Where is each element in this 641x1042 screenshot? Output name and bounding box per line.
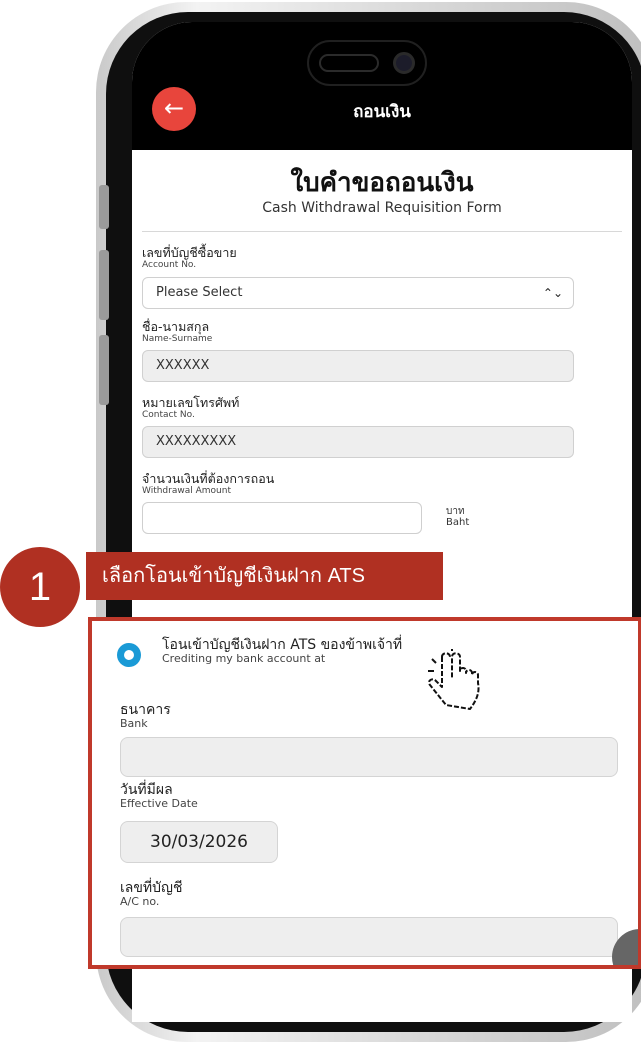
amount-unit: บาท Baht [446,506,469,528]
form-subtitle: Cash Withdrawal Requisition Form [262,200,502,216]
bank-field [120,737,618,777]
account-number-label: เลขที่บัญชี A/C no. [120,880,183,909]
step-number-badge: 1 [0,547,80,627]
phone-side-button [99,185,109,229]
app-header: ← ถอนเงิน [132,22,632,150]
contact-label-th: หมายเลขโทรศัพท์ [142,395,240,410]
amount-label-th: จำนวนเงินที่ต้องการถอน [142,471,275,486]
select-arrows-icon: ⌃⌄ [542,286,563,300]
ats-radio-label[interactable]: โอนเข้าบัญชีเงินฝาก ATS ของข้าพเจ้าที่ C… [162,637,402,666]
name-label: ชื่อ-นามสกุล Name-Surname [142,319,213,345]
bank-label-en: Bank [120,717,148,731]
account-number-field [120,917,618,957]
amount-input[interactable] [142,502,422,534]
effective-date-label: วันที่มีผล Effective Date [120,782,198,811]
camera-icon [393,52,415,74]
phone-volume-up [99,250,109,320]
ats-radio-label-en: Crediting my bank account at [162,652,326,666]
contact-label-en: Contact No. [142,410,195,421]
phone-volume-down [99,335,109,405]
contact-value: XXXXXXXXX [156,434,237,449]
ats-radio-label-th: โอนเข้าบัญชีเงินฝาก ATS ของข้าพเจ้าที่ [162,637,403,653]
dynamic-island [307,40,427,86]
effective-date-field: 30/03/2026 [120,821,278,863]
account-label: เลขที่บัญชีซื้อขาย Account No. [142,245,237,271]
effective-date-label-en: Effective Date [120,797,198,811]
bank-label: ธนาคาร Bank [120,702,171,731]
contact-field: XXXXXXXXX [142,426,574,458]
account-label-en: Account No. [142,260,197,271]
name-value: XXXXXX [156,358,210,373]
bank-label-th: ธนาคาร [120,702,171,718]
sensor-pill [319,54,379,72]
header-title: ถอนเงิน [353,102,411,122]
account-number-label-en: A/C no. [120,895,160,909]
zoom-panel: โอนเข้าบัญชีเงินฝาก ATS ของข้าพเจ้าที่ C… [88,617,641,969]
name-label-th: ชื่อ-นามสกุล [142,319,210,334]
amount-label-en: Withdrawal Amount [142,486,231,497]
form-title: ใบคำขอถอนเงิน [290,168,474,198]
account-select-value: Please Select [156,285,243,300]
account-label-th: เลขที่บัญชีซื้อขาย [142,245,237,260]
account-number-label-th: เลขที่บัญชี [120,880,183,896]
amount-label: จำนวนเงินที่ต้องการถอน Withdrawal Amount [142,471,275,497]
divider [142,231,622,232]
effective-date-label-th: วันที่มีผล [120,782,173,798]
pointer-hand-icon [428,649,480,710]
amount-unit-th: บาท [446,506,465,517]
contact-label: หมายเลขโทรศัพท์ Contact No. [142,395,240,421]
name-field: XXXXXX [142,350,574,382]
step-instruction-banner: เลือกโอนเข้าบัญชีเงินฝาก ATS [86,552,443,600]
ats-radio-button[interactable] [117,643,141,667]
name-label-en: Name-Surname [142,334,213,345]
amount-unit-en: Baht [446,517,470,528]
account-select[interactable]: Please Select ⌃⌄ [142,277,574,309]
